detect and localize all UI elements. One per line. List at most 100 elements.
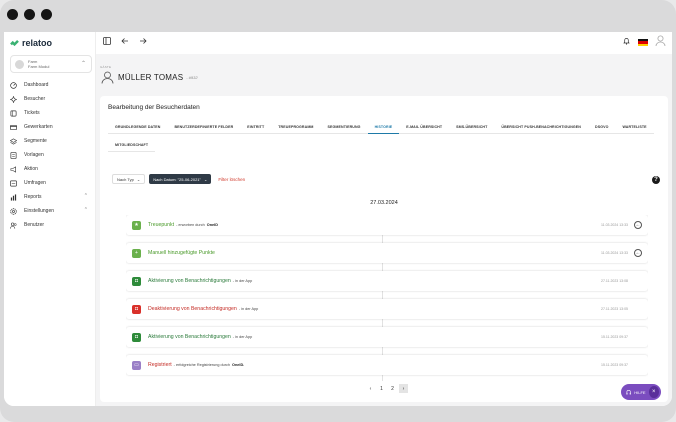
browser-frame: relatoo Farm Farm Modul ⌃ Dashboard Besuc… bbox=[0, 0, 676, 422]
window-maximize-dot[interactable] bbox=[41, 9, 52, 20]
sidebar-item-label: Benutzer bbox=[24, 222, 45, 228]
sidebar-item-label: Besucher bbox=[24, 96, 46, 102]
sidebar-item-reports[interactable]: Reports ⌃ bbox=[10, 190, 94, 204]
clear-filter-link[interactable]: Filter löschen bbox=[218, 177, 245, 182]
tab-mitgliedschaft[interactable]: MITGLIEDSCHAFT bbox=[108, 138, 156, 152]
chevron-down-icon: ⌄ bbox=[203, 176, 208, 182]
back-arrow-icon[interactable] bbox=[121, 37, 129, 47]
sidebar-item-label: Dashboard bbox=[24, 82, 49, 88]
history-entry-source: OneID bbox=[206, 223, 218, 227]
sidebar-item-umfragen[interactable]: Umfragen bbox=[10, 176, 94, 190]
section-title: Bearbeitung der Besucherdaten bbox=[108, 104, 200, 111]
history-entry-title: Aktivierung von Benachrichtigungen bbox=[148, 334, 231, 340]
tab-warteliste[interactable]: WARTELISTE bbox=[615, 120, 654, 134]
revert-action-icon[interactable]: ← bbox=[634, 221, 642, 229]
history-entry-title: Manuell hinzugefügte Punkte bbox=[148, 250, 215, 256]
sidebar-item-aktion[interactable]: Aktion bbox=[10, 162, 94, 176]
help-question-icon[interactable]: ? bbox=[652, 176, 660, 184]
farm-module: Farm Modul bbox=[28, 64, 50, 69]
history-entry: ◘ Aktivierung von Benachrichtigungen - in … bbox=[126, 327, 648, 347]
farm-selector[interactable]: Farm Farm Modul ⌃ bbox=[10, 55, 92, 73]
tab-treueprogramm[interactable]: TREUEPROGRAMM bbox=[271, 120, 321, 134]
plus-box-icon: + bbox=[132, 248, 141, 258]
pagination-prev-button[interactable]: ‹ bbox=[366, 384, 375, 393]
history-entry: ▭ Registriert - erfolgreiche Registrierung… bbox=[126, 355, 648, 375]
window-controls bbox=[7, 9, 52, 20]
tab-dsgvo[interactable]: DSGVO bbox=[588, 120, 616, 134]
tab-grundlegende-daten[interactable]: GRUNDLEGENDE DATEN bbox=[108, 120, 168, 134]
help-widget[interactable]: HILFE × bbox=[621, 384, 661, 400]
history-entry-timestamp: 27.11.2023 13:05 bbox=[601, 307, 628, 311]
forward-arrow-icon[interactable] bbox=[139, 37, 147, 47]
pagination-page-1[interactable]: 1 bbox=[377, 384, 386, 393]
bell-off-icon: ◘ bbox=[132, 304, 141, 314]
tab-sms-übersicht[interactable]: SMS-ÜBERSICHT bbox=[449, 120, 495, 134]
pagination-page-2[interactable]: 2 bbox=[388, 384, 397, 393]
person-name: MÜLLER TOMAS bbox=[118, 73, 184, 82]
history-entry-description: - erworben durch bbox=[176, 223, 205, 227]
sidebar-item-segmente[interactable]: Segmente bbox=[10, 134, 94, 148]
star-icon: ★ bbox=[132, 220, 141, 230]
tabs-row-2: MITGLIEDSCHAFT bbox=[108, 138, 664, 152]
sidebar-item-gewerkarten[interactable]: Gewerkarten bbox=[10, 120, 94, 134]
headset-icon bbox=[626, 389, 631, 395]
sidebar-item-einstellungen[interactable]: Einstellungen ⌃ bbox=[10, 204, 94, 218]
pagination-next-button[interactable]: › bbox=[399, 384, 408, 393]
tabs-row-1: GRUNDLEGENDE DATEN BENUTZERDEFINIERTE FEL… bbox=[108, 120, 664, 134]
app-window: relatoo Farm Farm Modul ⌃ Dashboard Besuc… bbox=[4, 32, 672, 406]
tab-e-mail-übersicht[interactable]: E-MAIL ÜBERSICHT bbox=[399, 120, 450, 134]
gear-icon bbox=[10, 207, 17, 215]
user-avatar-icon[interactable] bbox=[655, 35, 666, 49]
history-entry-timestamp: 15.11.2023 09:37 bbox=[601, 335, 628, 339]
tab-übersicht-push-benachrichtigungen[interactable]: ÜBERSICHT PUSH-BENACHRICHTIGUNGEN bbox=[494, 120, 588, 134]
history-entry: ◘ Deaktivierung von Benachrichtigungen - i… bbox=[126, 299, 648, 319]
sparkle-icon bbox=[10, 95, 17, 103]
history-entry: ◘ Aktivierung von Benachrichtigungen - in … bbox=[126, 271, 648, 291]
chevron-up-icon: ⌃ bbox=[83, 207, 88, 213]
speedometer-icon bbox=[10, 81, 17, 89]
bar-chart-icon bbox=[10, 193, 17, 201]
sidebar-item-vorlagen[interactable]: Vorlagen bbox=[10, 148, 94, 162]
window-close-dot[interactable] bbox=[7, 9, 18, 20]
history-date-heading: 27.03.2024 bbox=[370, 200, 398, 206]
window-minimize-dot[interactable] bbox=[24, 9, 35, 20]
breadcrumb[interactable]: GÄSTE bbox=[100, 65, 111, 69]
history-timeline: ★ Treuepunkt - erworben durch OneID 11.03.20… bbox=[126, 215, 648, 381]
sidebar-item-label: Segmente bbox=[24, 138, 47, 144]
person-id: - #932 bbox=[186, 75, 198, 80]
history-entry-description: - in der App bbox=[232, 335, 253, 339]
german-flag-icon[interactable] bbox=[638, 39, 648, 46]
layers-icon bbox=[10, 138, 17, 145]
history-entry: + Manuell hinzugefügte Punkte 11.03.2024 1… bbox=[126, 243, 648, 263]
history-entry-description: - erfolgreiche Registrierung durch bbox=[173, 363, 230, 367]
main-content: GÄSTE MÜLLER TOMAS - #932 Bearbeitung de… bbox=[96, 54, 672, 406]
sidebar: relatoo Farm Farm Modul ⌃ Dashboard Besuc… bbox=[4, 32, 96, 406]
app-logo[interactable]: relatoo bbox=[10, 38, 52, 48]
sidebar-toggle-icon[interactable] bbox=[103, 37, 111, 47]
users-icon bbox=[10, 222, 17, 229]
history-entry-timestamp: 11.03.2024 13:33 bbox=[601, 223, 628, 227]
date-filter-chip[interactable]: Nach Datum: "25-06-2021" ⌄ bbox=[149, 174, 212, 184]
tab-historie[interactable]: HISTORIE bbox=[367, 120, 400, 134]
register-icon: ▭ bbox=[132, 360, 141, 370]
sidebar-item-dashboard[interactable]: Dashboard bbox=[10, 78, 94, 92]
card-icon bbox=[10, 124, 17, 131]
tab-benutzerdefinierte-felder[interactable]: BENUTZERDEFINIERTE FELDER bbox=[167, 120, 241, 134]
sidebar-item-besucher[interactable]: Besucher bbox=[10, 92, 94, 106]
history-entry-timestamp: 11.03.2024 13:33 bbox=[601, 251, 628, 255]
tab-eintritt[interactable]: EINTRITT bbox=[240, 120, 272, 134]
tab-segmentierung[interactable]: SEGMENTIERUNG bbox=[320, 120, 368, 134]
type-filter-select[interactable]: Nach Typ ⌄ bbox=[112, 174, 146, 184]
sidebar-nav: Dashboard Besucher Tickets Gewerkarten Segme… bbox=[10, 78, 94, 232]
sidebar-item-label: Aktion bbox=[24, 166, 38, 172]
relatoo-logo-icon bbox=[10, 39, 19, 46]
history-entry-timestamp: 15.11.2023 09:37 bbox=[601, 363, 628, 367]
survey-icon bbox=[10, 180, 17, 187]
help-close-button[interactable]: × bbox=[648, 386, 659, 398]
sidebar-item-benutzer[interactable]: Benutzer bbox=[10, 218, 94, 232]
sidebar-item-tickets[interactable]: Tickets bbox=[10, 106, 94, 120]
farm-avatar bbox=[15, 59, 24, 69]
pagination: ‹ 1 2 › bbox=[366, 384, 408, 393]
revert-action-icon[interactable]: ← bbox=[634, 249, 642, 257]
notification-bell-icon[interactable] bbox=[623, 37, 630, 47]
